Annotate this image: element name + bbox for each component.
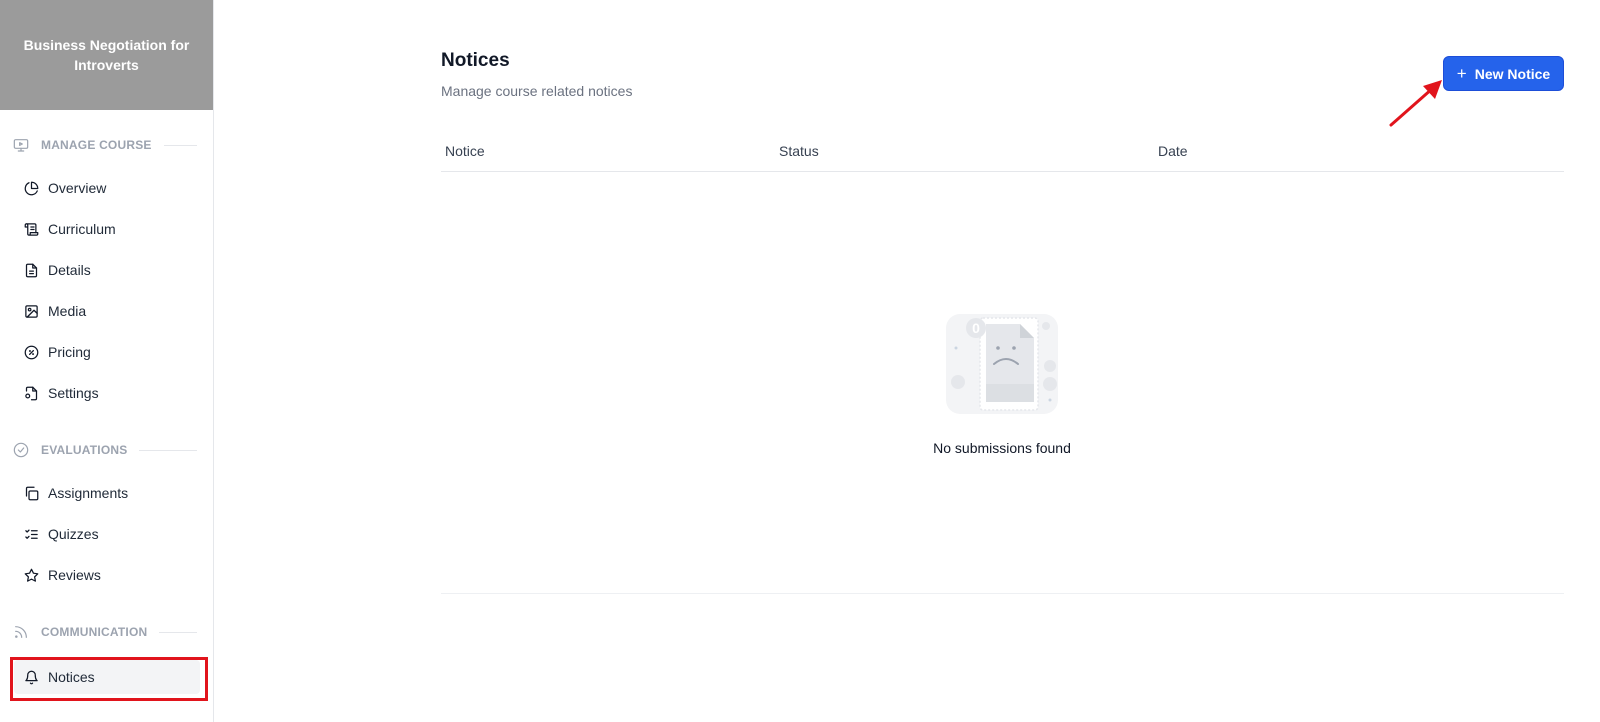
file-cog-icon <box>24 386 39 401</box>
sidebar-item-details[interactable]: Details <box>14 253 200 287</box>
sidebar-item-label: Details <box>48 262 91 278</box>
sidebar-item-label: Overview <box>48 180 107 196</box>
column-header-date: Date <box>1158 143 1188 159</box>
empty-state-message: No submissions found <box>933 440 1071 456</box>
section-divider <box>139 449 197 451</box>
empty-state: 0 No submissions found <box>440 310 1564 456</box>
course-title: Business Negotiation for Introverts <box>23 37 190 73</box>
rss-icon <box>12 623 30 641</box>
section-divider <box>163 144 197 146</box>
sidebar-item-settings[interactable]: Settings <box>14 376 200 410</box>
sidebar-item-label: Media <box>48 303 87 319</box>
highlight-box <box>10 657 208 701</box>
file-text-icon <box>24 263 39 278</box>
sidebar-item-label: Reviews <box>48 567 101 583</box>
section-label: COMMUNICATION <box>41 625 148 639</box>
badge-percent-icon <box>24 345 39 360</box>
section-divider <box>159 631 197 633</box>
sidebar-item-label: Pricing <box>48 344 91 360</box>
image-icon <box>24 304 39 319</box>
section-label: EVALUATIONS <box>41 443 128 457</box>
sidebar-item-curriculum[interactable]: Curriculum <box>14 212 200 246</box>
section-label: MANAGE COURSE <box>41 138 152 152</box>
section-evaluations: EVALUATIONS <box>12 441 197 459</box>
sidebar: Business Negotiation for Introverts MANA… <box>0 0 214 722</box>
sidebar-item-label: Quizzes <box>48 526 99 542</box>
sidebar-item-assignments[interactable]: Assignments <box>14 476 200 510</box>
sidebar-item-label: Settings <box>48 385 99 401</box>
new-notice-button[interactable]: + New Notice <box>1443 56 1564 91</box>
sad-document-icon: 0 <box>946 314 1058 414</box>
sidebar-item-pricing[interactable]: Pricing <box>14 335 200 369</box>
section-communication: COMMUNICATION <box>12 623 197 641</box>
check-circle-icon <box>12 441 30 459</box>
table-footer-divider <box>441 593 1564 594</box>
copy-icon <box>24 486 39 501</box>
sidebar-item-quizzes[interactable]: Quizzes <box>14 517 200 551</box>
column-header-status: Status <box>779 143 819 159</box>
scroll-icon <box>24 222 39 237</box>
sidebar-item-overview[interactable]: Overview <box>14 171 200 205</box>
annotation-arrow <box>1389 80 1442 127</box>
section-manage-course: MANAGE COURSE <box>12 136 197 154</box>
pie-chart-icon <box>24 181 39 196</box>
page-title: Notices <box>441 50 510 71</box>
plus-icon: + <box>1456 64 1467 83</box>
column-header-notice: Notice <box>445 143 485 159</box>
star-icon <box>24 568 39 583</box>
count-badge: 0 <box>972 320 980 336</box>
table-header: Notice Status Date <box>441 135 1564 172</box>
page-subtitle: Manage course related notices <box>441 83 633 99</box>
sidebar-item-reviews[interactable]: Reviews <box>14 558 200 592</box>
new-notice-label: New Notice <box>1474 65 1551 82</box>
sidebar-item-media[interactable]: Media <box>14 294 200 328</box>
list-checks-icon <box>24 527 39 542</box>
sidebar-item-label: Assignments <box>48 485 129 501</box>
sidebar-item-label: Curriculum <box>48 221 116 237</box>
monitor-icon <box>12 136 30 154</box>
course-header: Business Negotiation for Introverts <box>0 0 213 110</box>
